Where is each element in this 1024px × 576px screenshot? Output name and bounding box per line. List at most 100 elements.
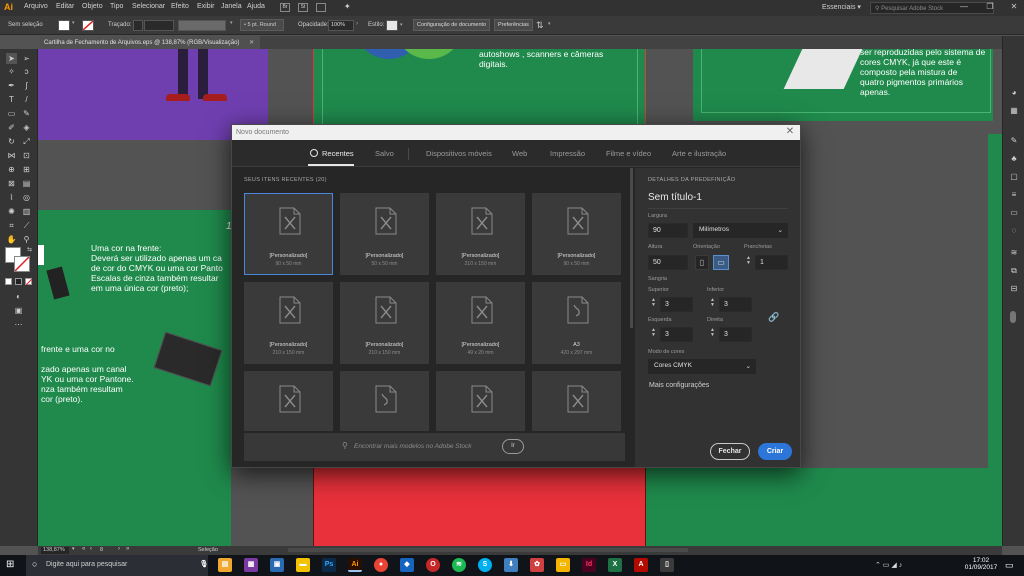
taskbar-app-7-icon[interactable]: ▭ xyxy=(556,558,570,572)
taskbar-app-3-icon[interactable]: ▣ xyxy=(270,558,284,572)
taskbar-app-5-icon[interactable]: ⬇ xyxy=(504,558,518,572)
skype-icon[interactable]: S xyxy=(478,558,492,572)
stroke-swatch[interactable] xyxy=(82,20,94,31)
grid-scrollbar[interactable] xyxy=(630,168,633,328)
opacity-input[interactable]: 100% xyxy=(328,20,354,31)
color-mode-icon[interactable] xyxy=(5,278,12,285)
landscape-orientation-icon[interactable]: ▭ xyxy=(713,255,729,270)
bleed-right-stepper[interactable]: ▲ ▼ xyxy=(709,328,716,338)
eyedropper-tool-icon[interactable]: ⌇ xyxy=(6,192,17,203)
dialog-close-icon[interactable]: ✕ xyxy=(784,126,796,138)
color-mode-select[interactable]: Cores CMYK ⌄ xyxy=(648,359,756,374)
maximize-icon[interactable]: ❐ xyxy=(984,2,996,14)
recent-item-card[interactable]: [Personalizado] 210 x 150 mm xyxy=(436,193,525,275)
last-artboard-icon[interactable]: » xyxy=(126,546,129,552)
bleed-top-stepper[interactable]: ▲ ▼ xyxy=(650,298,657,308)
recent-item-card[interactable] xyxy=(244,371,333,431)
gradient-panel-icon[interactable]: ▭ xyxy=(1008,208,1020,218)
bridge-icon[interactable]: Br xyxy=(280,3,290,12)
color-guide-icon[interactable]: ▦ xyxy=(1008,106,1020,116)
more-settings-link[interactable]: Mais configurações xyxy=(649,382,709,389)
artboards-panel-icon[interactable]: ⧉ xyxy=(1008,266,1020,276)
stock-icon[interactable]: St xyxy=(298,3,308,12)
width-input[interactable]: 90 xyxy=(648,223,688,238)
swap-fill-stroke-icon[interactable]: ⇆ xyxy=(27,246,32,253)
recent-item-card[interactable]: [Personalizado] 90 x 50 mm xyxy=(532,193,621,275)
windows-start-icon[interactable]: ⊞ xyxy=(6,559,18,571)
tab-web[interactable]: Web xyxy=(512,149,527,158)
menu-exibir[interactable]: Exibir xyxy=(197,3,215,10)
brushes-panel-icon[interactable]: ✎ xyxy=(1008,136,1020,146)
bleed-bottom-input[interactable]: 3 xyxy=(719,297,752,312)
taskbar-app-2-icon[interactable]: ▦ xyxy=(244,558,258,572)
menu-editar[interactable]: Editar xyxy=(56,3,74,10)
style-dropdown-icon[interactable]: ▾ xyxy=(400,22,403,28)
clock[interactable]: 17:02 01/09/2017 xyxy=(964,557,998,571)
spotify-icon[interactable]: ≋ xyxy=(452,558,466,572)
free-transform-tool-icon[interactable]: ⊡ xyxy=(21,150,32,161)
document-tab[interactable]: Cartilha de Fechamento de Arquivos.eps @… xyxy=(40,36,260,49)
variable-width-profile[interactable] xyxy=(178,20,226,31)
symbols-panel-icon[interactable]: ♣ xyxy=(1008,154,1020,164)
direct-selection-tool-icon[interactable]: ➢ xyxy=(21,53,32,64)
recent-item-card[interactable]: [Personalizado] 90 x 50 mm xyxy=(244,193,333,275)
recent-item-card[interactable]: [Personalizado] 210 x 150 mm xyxy=(244,282,333,364)
taskbar-app-8-icon[interactable]: ▯ xyxy=(660,558,674,572)
microphone-icon[interactable]: 🎙 xyxy=(197,558,211,572)
tab-recentes[interactable]: Recentes xyxy=(310,149,354,158)
photoshop-icon[interactable]: Ps xyxy=(322,558,336,572)
taskbar-search-box[interactable]: ○ Digite aqui para pesquisar xyxy=(26,555,208,576)
hand-tool-icon[interactable]: ✋ xyxy=(6,234,17,245)
tab-filme-e-video[interactable]: Filme e vídeo xyxy=(606,149,651,158)
gradient-mode-icon[interactable] xyxy=(15,278,22,285)
artboard-number[interactable]: 8 xyxy=(100,547,103,553)
menu-efeito[interactable]: Efeito xyxy=(171,3,189,10)
portrait-orientation-icon[interactable]: ▯ xyxy=(695,255,709,270)
recent-item-card[interactable] xyxy=(532,371,621,431)
none-mode-icon[interactable] xyxy=(25,278,32,285)
draw-mode-icon[interactable]: ◐ xyxy=(13,291,24,302)
bleed-top-input[interactable]: 3 xyxy=(660,297,693,312)
system-tray-icons[interactable]: ⌃ ▭ ◢ ♪ xyxy=(875,561,902,569)
arrange-icon[interactable]: ⇅ xyxy=(536,20,544,31)
zoom-level-input[interactable]: 138,87% xyxy=(41,547,69,554)
arrange-dropdown-icon[interactable]: ▾ xyxy=(548,21,551,27)
perspective-grid-tool-icon[interactable]: ⊞ xyxy=(21,164,32,175)
recent-item-card[interactable] xyxy=(340,371,429,431)
horizontal-scrollbar[interactable] xyxy=(288,548,688,552)
rectangle-tool-icon[interactable]: ▭ xyxy=(6,108,17,119)
artboards-stepper[interactable]: ▲ ▼ xyxy=(745,256,752,266)
recent-item-card[interactable]: [Personalizado] 49 x 20 mm xyxy=(436,282,525,364)
stock-template-search[interactable]: ⚲ Encontrar mais modelos no Adobe Stock … xyxy=(244,433,625,461)
bleed-left-input[interactable]: 3 xyxy=(660,327,693,342)
recent-item-card[interactable] xyxy=(436,371,525,431)
zoom-dropdown-icon[interactable]: ▾ xyxy=(72,546,75,552)
gpu-performance-icon[interactable]: ✦ xyxy=(344,2,351,11)
taskbar-app-1-icon[interactable]: ▤ xyxy=(218,558,232,572)
recent-item-card[interactable]: [Personalizado] 210 x 150 mm xyxy=(340,282,429,364)
curvature-tool-icon[interactable]: ∫ xyxy=(21,80,32,91)
shape-builder-tool-icon[interactable]: ⊕ xyxy=(6,164,17,175)
tab-dispositivos-moveis[interactable]: Dispositivos móveis xyxy=(426,149,492,158)
bleed-left-stepper[interactable]: ▲ ▼ xyxy=(650,328,657,338)
height-input[interactable]: 50 xyxy=(648,255,688,270)
link-bleed-icon[interactable]: 🔗 xyxy=(768,312,779,323)
taskbar-app-4-icon[interactable]: ◆ xyxy=(400,558,414,572)
stock-search-input[interactable]: ⚲ Pesquisar Adobe Stock xyxy=(870,2,994,14)
screen-mode-icon[interactable]: ▣ xyxy=(13,305,24,316)
opera-icon[interactable]: O xyxy=(426,558,440,572)
blend-tool-icon[interactable]: ◎ xyxy=(21,192,32,203)
close-icon[interactable]: ✕ xyxy=(1008,2,1020,14)
excel-icon[interactable]: X xyxy=(608,558,622,572)
menu-tipo[interactable]: Tipo xyxy=(110,3,123,10)
line-tool-icon[interactable]: / xyxy=(21,94,32,105)
properties-panel-icon[interactable]: ⊟ xyxy=(1008,284,1020,294)
artboard-tool-icon[interactable]: ⌗ xyxy=(6,220,17,231)
previous-artboard-icon[interactable]: ‹ xyxy=(90,546,92,552)
color-panel-icon[interactable]: ◕ xyxy=(1008,88,1020,98)
document-setup-button[interactable]: Configuração de documento xyxy=(413,19,491,31)
workspace-switcher[interactable]: Essenciais ▾ xyxy=(822,3,861,11)
acrobat-icon[interactable]: A xyxy=(634,558,648,572)
paintbrush-tool-icon[interactable]: ✎ xyxy=(21,108,32,119)
opacity-dropdown-icon[interactable]: › xyxy=(356,21,358,27)
